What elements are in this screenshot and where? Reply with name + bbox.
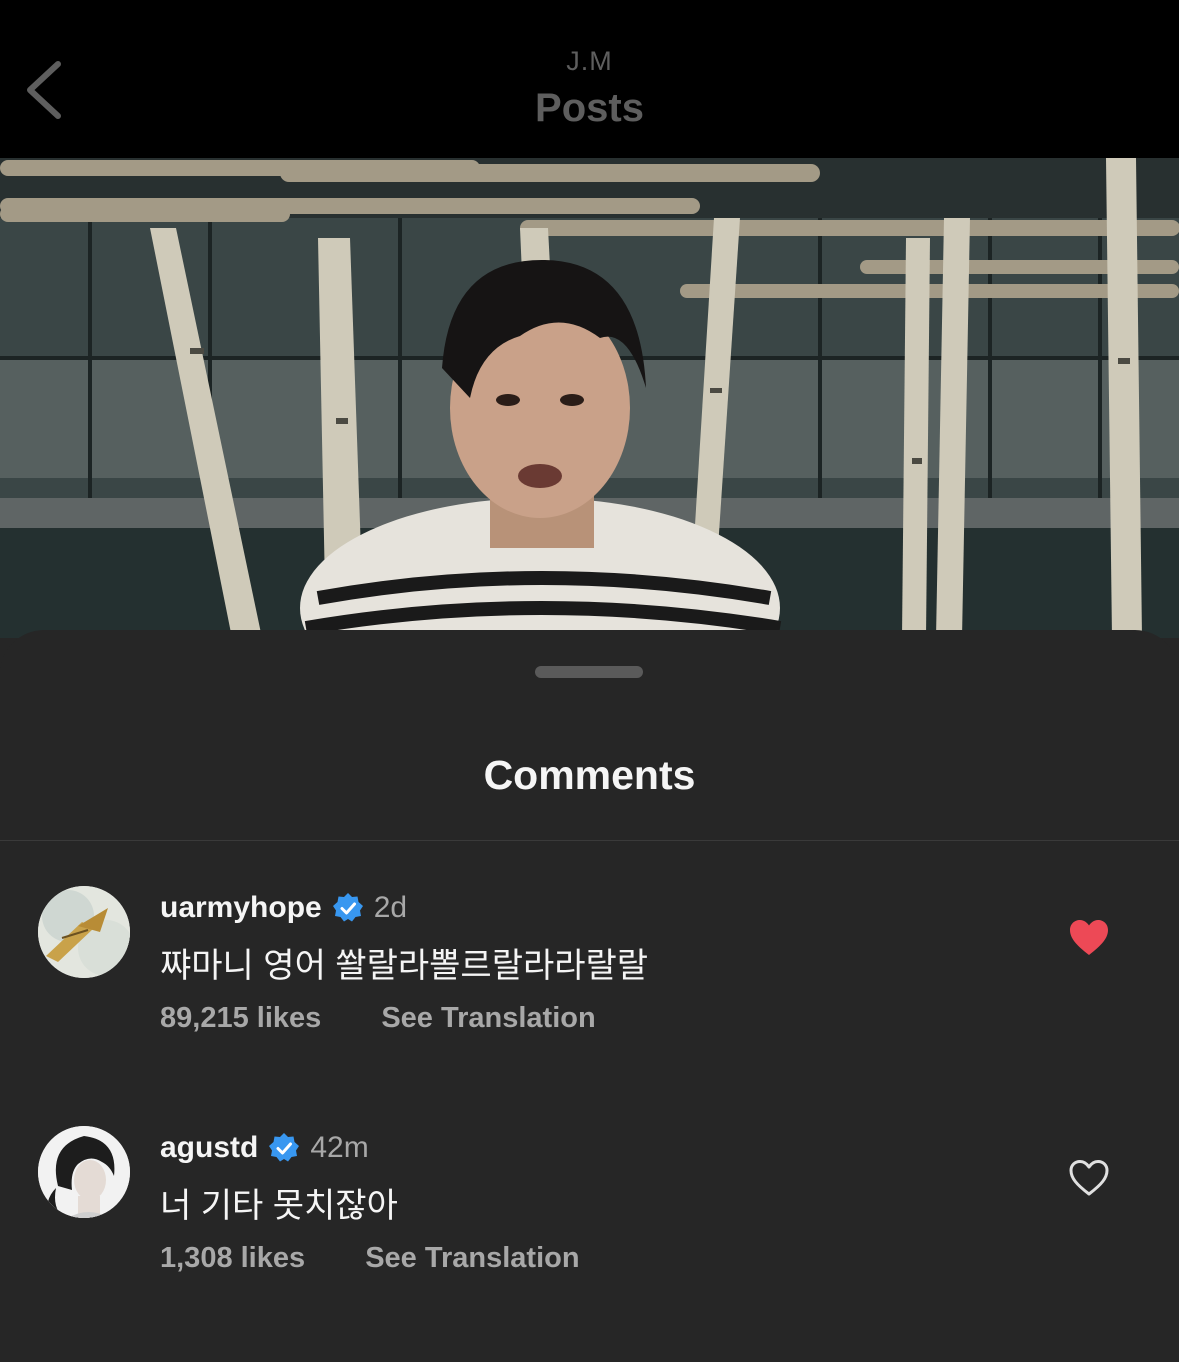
page-title: Posts (535, 86, 644, 130)
comment-time: 2d (373, 891, 408, 924)
comment-text: 너 기타 못치잖아 (160, 1187, 398, 1225)
divider (0, 840, 1179, 841)
avatar-image (38, 1126, 130, 1218)
comment-time: 42m (310, 1131, 369, 1164)
post-video[interactable] (0, 158, 1179, 638)
see-translation-link[interactable]: See Translation (365, 1242, 579, 1274)
avatar-image (38, 886, 130, 978)
comment-text: 쨔마니 영어 쏼랄라뽈르랄라라랄랄 (160, 947, 649, 985)
top-nav-bar: J.M Posts (0, 0, 1179, 158)
username[interactable]: agustd (160, 1131, 258, 1165)
comment-meta: 89,215 likes See Translation (160, 1002, 596, 1035)
like-count[interactable]: 1,308 likes (160, 1242, 305, 1274)
avatar[interactable] (38, 886, 130, 978)
comment-item: uarmyhope 2d 쨔마니 영어 쏼랄라뽈르랄라라랄랄 89,215 li… (0, 886, 1179, 1086)
account-name: J.M (566, 46, 613, 76)
username[interactable]: uarmyhope (160, 891, 322, 925)
sheet-grabber[interactable] (535, 666, 643, 678)
like-button[interactable] (1068, 1158, 1110, 1198)
heart-filled-icon (1070, 920, 1108, 955)
heart-outline-icon (1069, 1160, 1109, 1196)
post-image (0, 158, 1179, 638)
comment-header: agustd 42m (160, 1128, 369, 1168)
like-button[interactable] (1068, 918, 1110, 958)
comment-meta: 1,308 likes See Translation (160, 1242, 580, 1275)
like-count[interactable]: 89,215 likes (160, 1002, 321, 1034)
comments-sheet: Comments uarmyhope 2d 쨔마니 영어 쏼랄라뽈르랄라라랄랄 … (0, 630, 1179, 1362)
comments-title: Comments (483, 752, 696, 798)
see-translation-link[interactable]: See Translation (381, 1002, 595, 1034)
comment-item: agustd 42m 너 기타 못치잖아 1,308 likes See Tra… (0, 1126, 1179, 1326)
avatar[interactable] (38, 1126, 130, 1218)
comment-header: uarmyhope 2d (160, 888, 407, 928)
verified-badge-icon (332, 893, 363, 922)
verified-badge-icon (269, 1133, 300, 1162)
